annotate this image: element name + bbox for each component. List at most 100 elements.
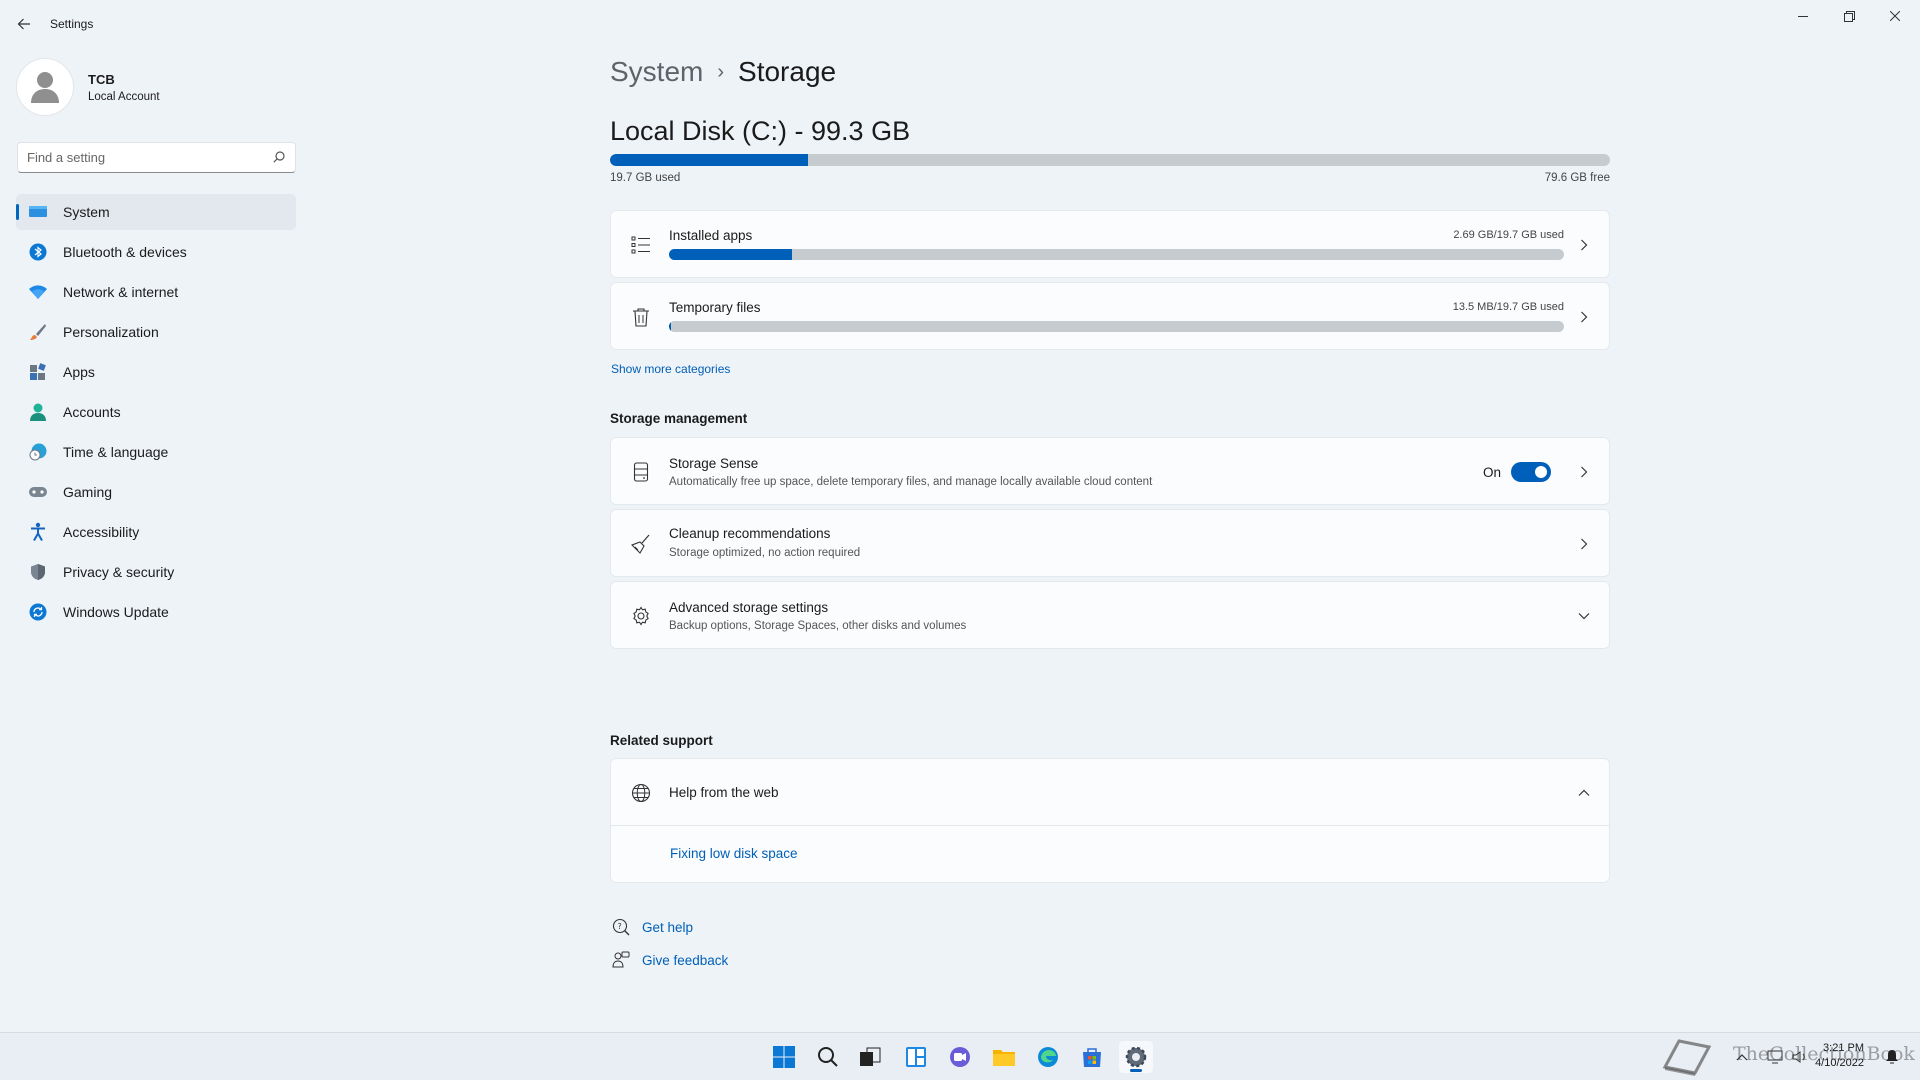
sidebar-item-bluetooth[interactable]: Bluetooth & devices [16, 234, 296, 270]
accessibility-icon [28, 522, 48, 542]
back-button[interactable] [12, 12, 36, 36]
settings-gear-icon [1125, 1046, 1147, 1068]
taskbar-start-button[interactable] [767, 1041, 801, 1073]
card-title: Installed apps [669, 228, 753, 243]
disk-free-label: 79.6 GB free [1544, 172, 1610, 184]
card-subtitle: Storage optimized, no action required [669, 547, 861, 559]
brush-icon [28, 322, 48, 342]
restore-button[interactable] [1826, 4, 1872, 28]
page-title: Storage [738, 56, 837, 87]
taskbar-task-view-button[interactable] [853, 1041, 887, 1073]
sidebar-item-label: Network & internet [63, 284, 179, 300]
avatar [16, 58, 74, 116]
sidebar-item-accounts[interactable]: Accounts [16, 394, 296, 430]
minimize-icon [1798, 16, 1808, 17]
sidebar-item-privacy[interactable]: Privacy & security [16, 554, 296, 590]
chevron-down-icon [1577, 609, 1591, 623]
chevron-right-icon [1577, 465, 1591, 479]
tray-volume-icon[interactable] [1790, 1047, 1810, 1067]
disk-usage-fill [610, 154, 808, 166]
card-title: Cleanup recommendations [669, 526, 831, 541]
breadcrumb: System › Storage [610, 56, 836, 88]
chevron-right-icon [1577, 238, 1591, 252]
search-box [17, 142, 296, 173]
svg-text:?: ? [618, 922, 622, 931]
gear-icon [629, 604, 653, 628]
tray-overflow-button[interactable] [1732, 1047, 1752, 1067]
storage-sense-toggle[interactable] [1511, 462, 1551, 482]
sidebar-item-windows-update[interactable]: Windows Update [16, 594, 296, 630]
tray-time: 3:21 PM [1823, 1042, 1864, 1054]
toggle-state-label: On [1482, 465, 1501, 480]
sidebar-item-network[interactable]: Network & internet [16, 274, 296, 310]
close-button[interactable] [1872, 4, 1918, 28]
broom-icon [629, 532, 653, 556]
tray-clock[interactable]: 3:21 PM 4/10/2022 [1815, 1041, 1864, 1071]
sidebar-item-personalization[interactable]: Personalization [16, 314, 296, 350]
feedback-icon [610, 950, 632, 970]
card-title: Temporary files [669, 300, 761, 315]
profile-account-type: Local Account [88, 90, 160, 103]
installed-apps-card[interactable]: Installed apps 2.69 GB/19.7 GB used [610, 210, 1610, 278]
show-more-categories-link[interactable]: Show more categories [611, 362, 730, 376]
taskbar-edge-button[interactable] [1031, 1041, 1065, 1073]
temporary-files-card[interactable]: Temporary files 13.5 MB/19.7 GB used [610, 282, 1610, 350]
update-icon [28, 602, 48, 622]
user-profile[interactable]: TCB Local Account [16, 58, 160, 116]
sidebar-item-label: Time & language [63, 444, 169, 460]
speaker-icon [1792, 1051, 1805, 1063]
storage-drive-icon [629, 460, 653, 484]
restore-icon [1843, 10, 1855, 22]
help-from-web-title[interactable]: Help from the web [669, 785, 779, 800]
sidebar-item-system[interactable]: System [16, 194, 296, 230]
book-logo-icon [1662, 1039, 1712, 1076]
task-view-icon [860, 1047, 881, 1066]
breadcrumb-parent[interactable]: System [610, 56, 703, 88]
monitor-icon [28, 202, 48, 222]
sidebar-item-accessibility[interactable]: Accessibility [16, 514, 296, 550]
taskbar-search-button[interactable] [811, 1041, 845, 1073]
taskbar-settings-button[interactable] [1119, 1041, 1153, 1073]
category-usage-fill [669, 249, 792, 260]
get-help-label: Get help [642, 919, 694, 935]
minimize-button[interactable] [1780, 4, 1826, 28]
card-title: Storage Sense [669, 456, 759, 471]
windows-logo-icon [773, 1046, 795, 1068]
store-icon [1083, 1048, 1101, 1067]
search-icon[interactable] [273, 151, 285, 163]
storage-sense-card[interactable]: Storage Sense Automatically free up spac… [610, 437, 1610, 505]
person-avatar-icon [31, 72, 59, 103]
taskbar-file-explorer-button[interactable] [987, 1041, 1021, 1073]
sidebar-item-label: Accounts [63, 404, 121, 420]
taskbar-store-button[interactable] [1075, 1041, 1109, 1073]
cleanup-recommendations-card[interactable]: Cleanup recommendations Storage optimize… [610, 509, 1610, 577]
sidebar-item-apps[interactable]: Apps [16, 354, 296, 390]
breadcrumb-separator: › [717, 60, 725, 83]
advanced-storage-settings-card[interactable]: Advanced storage settings Backup options… [610, 581, 1610, 649]
taskbar-chat-button[interactable] [943, 1041, 977, 1073]
sidebar-item-time-language[interactable]: Time & language [16, 434, 296, 470]
widgets-icon [906, 1047, 926, 1067]
back-arrow-icon [17, 18, 30, 30]
fixing-low-disk-space-link[interactable]: Fixing low disk space [670, 846, 798, 861]
apps-icon [28, 362, 48, 382]
title-bar: Settings [0, 0, 1920, 48]
get-help-link[interactable]: ? Get help [610, 917, 693, 937]
tray-notification-button[interactable] [1882, 1047, 1902, 1067]
clock-globe-icon [28, 442, 48, 462]
help-chat-icon: ? [610, 917, 632, 937]
sidebar-item-label: Accessibility [63, 524, 140, 540]
help-from-web-card: Help from the web Fixing low disk space [610, 758, 1610, 883]
tray-display-icon[interactable] [1765, 1047, 1785, 1067]
disk-used-label: 19.7 GB used [610, 172, 681, 184]
wifi-icon [28, 282, 48, 302]
chat-icon [950, 1047, 970, 1067]
monitor-icon [1767, 1050, 1783, 1064]
chevron-up-icon[interactable] [1577, 786, 1591, 800]
category-usage-fill [669, 321, 671, 332]
give-feedback-link[interactable]: Give feedback [610, 950, 728, 970]
taskbar-widgets-button[interactable] [899, 1041, 933, 1073]
sidebar-item-gaming[interactable]: Gaming [16, 474, 296, 510]
chevron-right-icon [1577, 537, 1591, 551]
search-input[interactable] [18, 143, 258, 172]
